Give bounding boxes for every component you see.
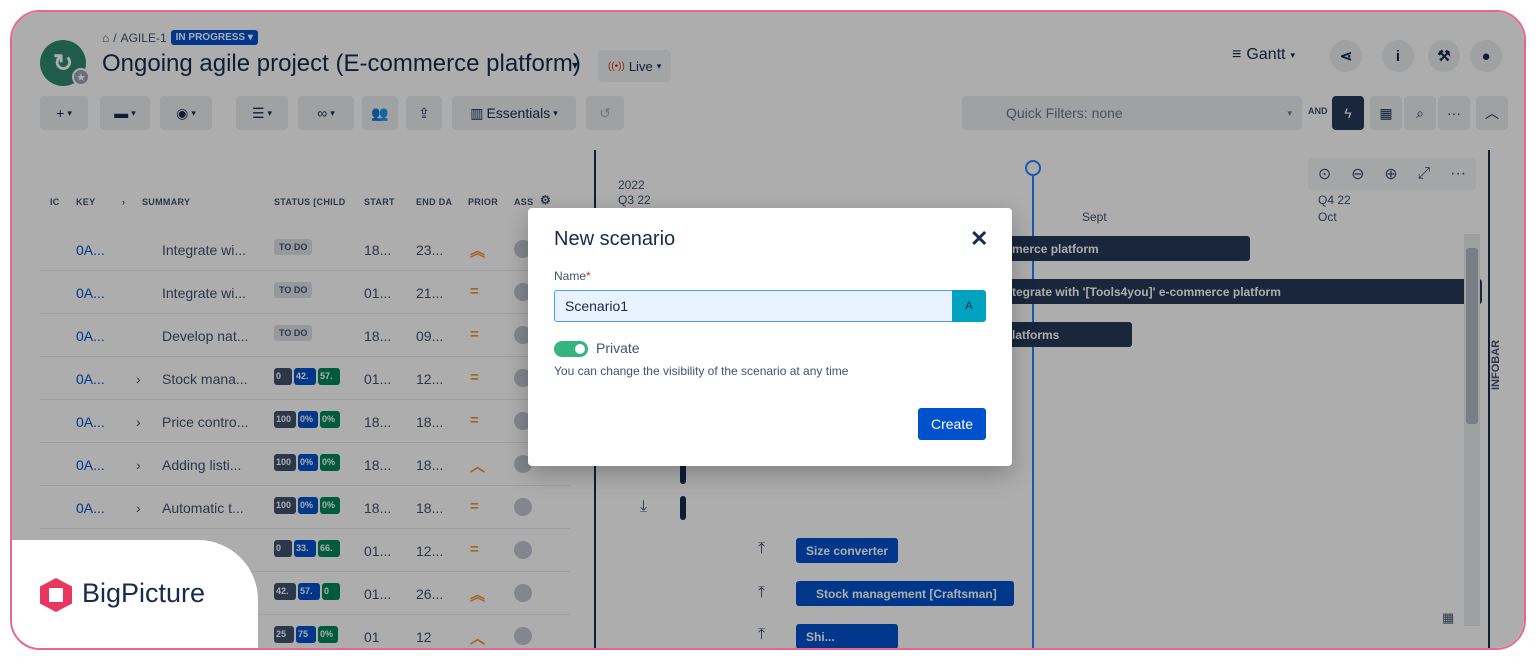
- bigpicture-logo-inner: [49, 588, 63, 602]
- scenario-name-input[interactable]: [554, 290, 954, 322]
- name-label: Name*: [554, 269, 591, 283]
- toggle-knob: [575, 344, 585, 354]
- private-toggle[interactable]: [554, 341, 588, 357]
- bigpicture-app: ↻ ★ ⌂ / AGILE-1 IN PROGRESS ▾ Ongoing ag…: [12, 12, 1524, 648]
- visibility-hint: You can change the visibility of the sce…: [554, 364, 849, 378]
- brand-badge: BigPicture: [12, 540, 258, 648]
- brand-name: BigPicture: [82, 578, 206, 608]
- user-avatar[interactable]: A: [952, 290, 986, 322]
- create-button[interactable]: Create: [918, 408, 986, 440]
- private-label: Private: [596, 340, 640, 356]
- app-frame: ↻ ★ ⌂ / AGILE-1 IN PROGRESS ▾ Ongoing ag…: [10, 10, 1526, 650]
- dialog-title: New scenario: [554, 228, 676, 250]
- new-scenario-dialog: New scenario ✕ Name* A Private You can c…: [528, 208, 1012, 466]
- close-icon[interactable]: ✕: [970, 226, 988, 252]
